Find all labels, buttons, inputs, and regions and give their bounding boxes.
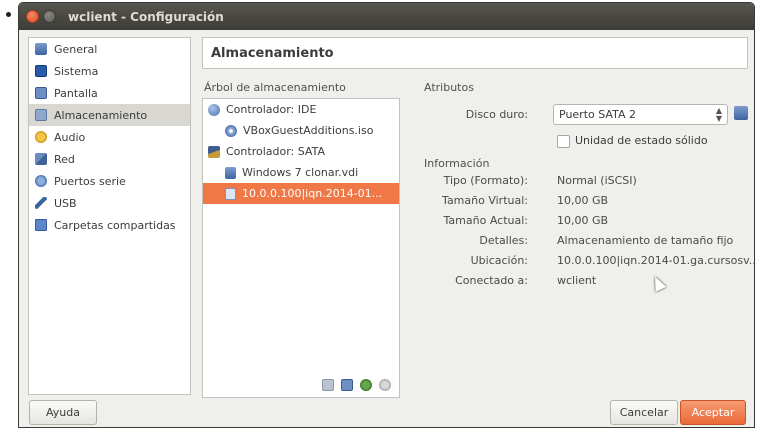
window-title: wclient - Configuración bbox=[68, 9, 224, 24]
sidebar-item-label: Puertos serie bbox=[54, 174, 126, 188]
tree-item-controller-ide[interactable]: Controlador: IDE bbox=[203, 99, 399, 120]
storage-tree[interactable]: Controlador: IDE VBoxGuestAdditions.iso … bbox=[202, 98, 400, 398]
shared-folders-icon bbox=[35, 219, 47, 231]
spin-arrows-icon: ▲ ▼ bbox=[715, 106, 722, 123]
page-title-box: Almacenamiento bbox=[202, 37, 748, 69]
sidebar-item-pantalla[interactable]: Pantalla bbox=[29, 82, 190, 104]
serial-ports-icon bbox=[35, 175, 47, 187]
list-bullet bbox=[6, 12, 11, 17]
hard-disk-icon bbox=[225, 187, 236, 200]
info-value-type: Normal (iSCSI) bbox=[557, 174, 637, 187]
add-disk-icon[interactable] bbox=[360, 379, 372, 391]
sidebar-item-puertos-serie[interactable]: Puertos serie bbox=[29, 170, 190, 192]
minimize-window-icon[interactable] bbox=[43, 10, 56, 23]
add-controller-icon[interactable] bbox=[322, 379, 334, 391]
system-icon bbox=[35, 65, 47, 77]
sidebar-item-label: General bbox=[54, 42, 98, 56]
info-key-virtual-size: Tamaño Virtual: bbox=[442, 194, 528, 207]
close-window-icon[interactable] bbox=[26, 10, 39, 23]
sidebar-item-label: USB bbox=[54, 196, 77, 210]
optical-disc-icon bbox=[225, 124, 237, 137]
audio-icon bbox=[35, 131, 47, 143]
hard-disk-label: Disco duro: bbox=[465, 108, 528, 121]
sidebar-item-sistema[interactable]: Sistema bbox=[29, 60, 190, 82]
ssd-checkbox[interactable] bbox=[557, 135, 570, 148]
hard-disk-icon bbox=[225, 166, 236, 179]
remove-attachment-icon[interactable] bbox=[379, 379, 391, 391]
ide-controller-icon bbox=[208, 103, 220, 116]
sata-controller-icon bbox=[208, 145, 220, 158]
information-label: Información bbox=[424, 157, 495, 170]
info-value-attached-to: wclient bbox=[557, 274, 597, 287]
display-icon bbox=[35, 87, 47, 99]
sidebar-item-general[interactable]: General bbox=[29, 38, 190, 60]
title-bar: wclient - Configuración bbox=[19, 3, 754, 30]
tree-item-guest-additions-iso[interactable]: VBoxGuestAdditions.iso bbox=[203, 120, 399, 141]
storage-tree-toolbar bbox=[322, 379, 391, 391]
info-key-details: Detalles: bbox=[479, 234, 528, 247]
sidebar-item-label: Sistema bbox=[54, 64, 99, 78]
cancel-button[interactable]: Cancelar bbox=[610, 400, 678, 425]
tree-item-controller-sata[interactable]: Controlador: SATA bbox=[203, 141, 399, 162]
sidebar-item-carpetas-compartidas[interactable]: Carpetas compartidas bbox=[29, 214, 190, 236]
sidebar-item-audio[interactable]: Audio bbox=[29, 126, 190, 148]
tree-item-windows7-vdi[interactable]: Windows 7 clonar.vdi bbox=[203, 162, 399, 183]
info-value-virtual-size: 10,00 GB bbox=[557, 194, 609, 207]
sidebar-item-almacenamiento[interactable]: Almacenamiento bbox=[29, 104, 190, 126]
sidebar-item-label: Almacenamiento bbox=[54, 108, 148, 122]
info-key-attached-to: Conectado a: bbox=[455, 274, 528, 287]
settings-sidebar: General Sistema Pantalla Almacenamiento … bbox=[28, 37, 191, 395]
sidebar-item-label: Red bbox=[54, 152, 75, 166]
info-key-location: Ubicación: bbox=[470, 254, 528, 267]
sidebar-item-red[interactable]: Red bbox=[29, 148, 190, 170]
info-key-type: Tipo (Formato): bbox=[443, 174, 528, 187]
page-title: Almacenamiento bbox=[211, 45, 334, 61]
usb-icon bbox=[35, 197, 47, 209]
sidebar-item-label: Carpetas compartidas bbox=[54, 218, 176, 232]
info-key-actual-size: Tamaño Actual: bbox=[443, 214, 528, 227]
tree-item-iscsi-disk[interactable]: 10.0.0.100|iqn.2014-01... bbox=[203, 183, 399, 204]
info-value-location: 10.0.0.100|iqn.2014-01.ga.cursosv... bbox=[557, 254, 757, 267]
attributes-label: Atributos bbox=[424, 81, 480, 94]
add-attachment-icon[interactable] bbox=[341, 379, 353, 391]
info-value-details: Almacenamiento de tamaño fijo bbox=[557, 234, 734, 247]
general-icon bbox=[35, 43, 47, 55]
network-icon bbox=[35, 153, 47, 165]
info-value-actual-size: 10,00 GB bbox=[557, 214, 609, 227]
sidebar-item-label: Pantalla bbox=[54, 86, 98, 100]
ssd-checkbox-label: Unidad de estado sólido bbox=[575, 134, 708, 147]
hard-disk-port-select[interactable]: Puerto SATA 2 ▲ ▼ bbox=[553, 104, 728, 125]
sidebar-item-usb[interactable]: USB bbox=[29, 192, 190, 214]
storage-tree-label: Árbol de almacenamiento bbox=[204, 81, 352, 94]
accept-button[interactable]: Aceptar bbox=[680, 400, 746, 425]
storage-icon bbox=[35, 109, 47, 121]
choose-disk-icon[interactable] bbox=[734, 106, 748, 120]
sidebar-item-label: Audio bbox=[54, 130, 86, 144]
help-button[interactable]: Ayuda bbox=[29, 400, 97, 425]
